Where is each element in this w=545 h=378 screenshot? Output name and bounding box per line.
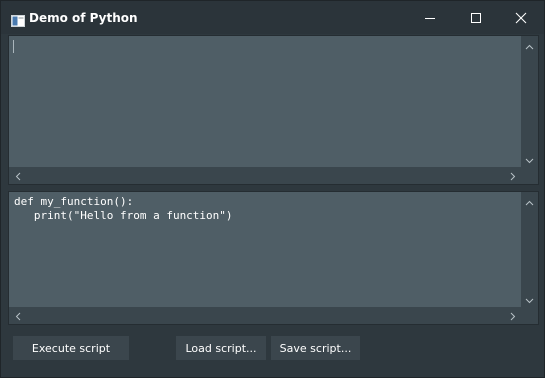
minimize-button[interactable] xyxy=(407,1,453,34)
scrollbar-corner xyxy=(521,307,538,324)
chevron-left-icon xyxy=(15,306,21,325)
app-window: Demo of Python def my_function(): print(… xyxy=(0,0,545,378)
window-title: Demo of Python xyxy=(29,11,138,25)
scroll-right-button[interactable] xyxy=(504,167,521,184)
scroll-left-button[interactable] xyxy=(9,307,26,324)
scroll-up-button[interactable] xyxy=(521,192,538,209)
script-horizontal-scrollbar[interactable] xyxy=(9,307,521,324)
scroll-down-button[interactable] xyxy=(521,290,538,307)
chevron-down-icon xyxy=(525,149,534,168)
close-button[interactable] xyxy=(498,1,544,34)
scroll-down-button[interactable] xyxy=(521,150,538,167)
scrollbar-corner xyxy=(521,167,538,184)
execute-script-button[interactable]: Execute script xyxy=(13,336,129,360)
scroll-up-button[interactable] xyxy=(521,36,538,53)
scroll-left-button[interactable] xyxy=(9,167,26,184)
script-editor[interactable]: def my_function(): print("Hello from a f… xyxy=(8,191,539,325)
minimize-icon xyxy=(424,12,436,24)
output-horizontal-scrollbar[interactable] xyxy=(9,167,521,184)
chevron-up-icon xyxy=(525,35,534,54)
output-editor[interactable] xyxy=(8,35,539,185)
chevron-down-icon xyxy=(525,289,534,308)
app-window-icon xyxy=(11,12,25,27)
save-script-button[interactable]: Save script... xyxy=(271,336,360,360)
maximize-icon xyxy=(470,12,482,24)
maximize-button[interactable] xyxy=(453,1,499,34)
scroll-right-button[interactable] xyxy=(504,307,521,324)
chevron-left-icon xyxy=(15,166,21,185)
script-vertical-scrollbar[interactable] xyxy=(521,192,538,307)
script-editor-text: def my_function(): print("Hello from a f… xyxy=(14,195,233,222)
chevron-up-icon xyxy=(525,191,534,210)
output-vertical-scrollbar[interactable] xyxy=(521,36,538,167)
chevron-right-icon xyxy=(510,306,516,325)
close-icon xyxy=(515,12,527,24)
title-bar[interactable]: Demo of Python xyxy=(1,1,544,34)
text-caret xyxy=(13,40,14,53)
chevron-right-icon xyxy=(510,166,516,185)
load-script-button[interactable]: Load script... xyxy=(176,336,266,360)
